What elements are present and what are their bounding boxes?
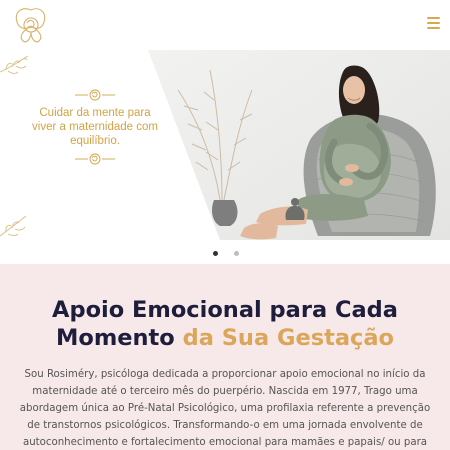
floral-ornament-icon xyxy=(0,55,29,74)
swirl-ornament-icon xyxy=(75,153,115,165)
pregnant-woman-in-armchair-photo xyxy=(148,50,450,240)
hero-tagline: Cuidar da mente para viver a maternidade… xyxy=(32,107,158,147)
hero-slider[interactable]: Cuidar da mente para viver a maternidade… xyxy=(0,48,450,244)
floral-ornament-icon xyxy=(0,215,27,237)
slider-dot-active[interactable] xyxy=(213,251,218,256)
slider-pagination xyxy=(0,249,450,259)
butterfly-logo-icon[interactable] xyxy=(8,4,54,46)
menu-bar xyxy=(427,22,440,24)
section-description: Sou Rosiméry, psicóloga dedicada a propo… xyxy=(19,369,431,448)
swirl-ornament-icon xyxy=(75,89,115,101)
slider-dot[interactable] xyxy=(234,251,239,256)
menu-bar xyxy=(427,17,440,19)
hamburger-menu-icon[interactable] xyxy=(427,17,440,29)
section-title-accent: da Sua Gestação xyxy=(182,325,395,351)
about-section: Apoio Emocional para Cada Momento da Sua… xyxy=(0,264,450,450)
site-header xyxy=(0,0,450,48)
section-title: Apoio Emocional para Cada Momento da Sua… xyxy=(20,296,430,352)
menu-bar xyxy=(427,27,440,29)
hero-tagline-block: Cuidar da mente para viver a maternidade… xyxy=(30,88,160,208)
